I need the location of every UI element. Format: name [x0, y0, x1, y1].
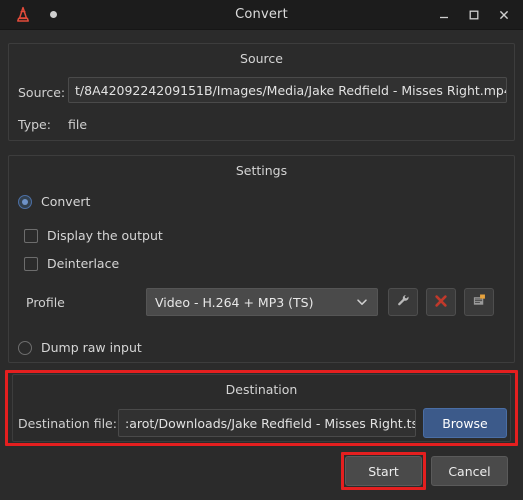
cancel-button[interactable]: Cancel [431, 456, 508, 486]
source-group-title: Source [240, 51, 283, 66]
profile-select-value: Video - H.264 + MP3 (TS) [155, 294, 314, 310]
deinterlace-label: Deinterlace [47, 256, 120, 271]
destination-group-title: Destination [225, 382, 298, 397]
title-bar: Convert [0, 0, 523, 30]
convert-dialog: Convert Source Source: t/8A4209224209151… [0, 0, 523, 500]
delete-profile-button[interactable] [426, 288, 456, 316]
edit-profile-button[interactable] [388, 288, 418, 316]
convert-radio[interactable] [18, 194, 32, 209]
wrench-icon [396, 293, 411, 312]
minimize-icon[interactable] [429, 0, 459, 30]
deinterlace-checkbox[interactable] [24, 256, 38, 271]
settings-group-title: Settings [235, 163, 288, 178]
display-output-row[interactable]: Display the output [24, 228, 163, 243]
convert-radio-label: Convert [41, 194, 91, 209]
dump-raw-input-label: Dump raw input [41, 340, 142, 355]
deinterlace-row[interactable]: Deinterlace [24, 256, 119, 271]
destination-file-input[interactable]: :arot/Downloads/Jake Redfield - Misses R… [118, 409, 416, 437]
chevron-down-icon [355, 295, 369, 309]
dot-indicator [38, 0, 68, 30]
source-label: Source: [18, 85, 66, 100]
profile-select[interactable]: Video - H.264 + MP3 (TS) [146, 288, 378, 316]
maximize-icon[interactable] [459, 0, 489, 30]
delete-x-icon [434, 293, 448, 312]
dump-raw-input-row[interactable]: Dump raw input [18, 340, 142, 355]
display-output-label: Display the output [47, 228, 163, 243]
destination-file-label: Destination file: [18, 416, 117, 431]
convert-radio-row[interactable]: Convert [18, 194, 90, 209]
display-output-checkbox[interactable] [24, 228, 38, 243]
vlc-cone-icon [8, 0, 38, 30]
new-profile-icon [472, 293, 487, 312]
type-label: Type: [18, 117, 51, 132]
profile-label: Profile [26, 295, 65, 310]
dump-raw-input-radio[interactable] [18, 340, 32, 355]
new-profile-button[interactable] [464, 288, 494, 316]
close-icon[interactable] [489, 0, 519, 30]
window-controls [429, 0, 519, 30]
browse-button[interactable]: Browse [423, 408, 507, 438]
source-path-input[interactable]: t/8A4209224209151B/Images/Media/Jake Red… [68, 77, 507, 103]
type-value: file [68, 117, 88, 132]
start-button[interactable]: Start [345, 456, 422, 486]
